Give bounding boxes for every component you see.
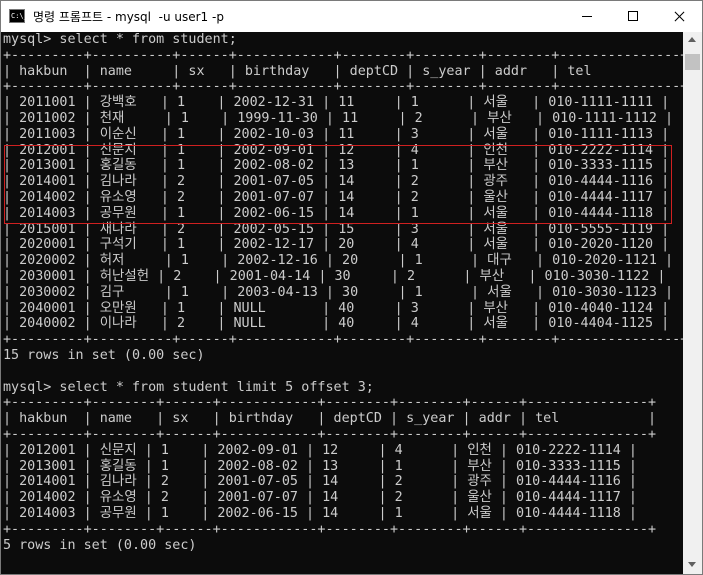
close-button[interactable] <box>656 1 702 32</box>
console-text: mysql> select * from student; +---------… <box>3 32 683 553</box>
cmd-app-icon[interactable]: C:\_ <box>9 9 28 23</box>
window-title: 명령 프롬프트 - mysql -u user1 -p <box>33 10 224 24</box>
command-prompt-window: C:\_ 명령 프롬프트 - mysql -u user1 -p mysql> … <box>0 0 703 575</box>
vertical-scrollbar[interactable] <box>683 32 702 574</box>
maximize-button[interactable] <box>610 1 656 32</box>
minimize-button[interactable] <box>564 1 610 32</box>
console-output[interactable]: mysql> select * from student; +---------… <box>1 32 683 574</box>
scroll-down-arrow-icon[interactable] <box>688 562 696 567</box>
scroll-up-arrow-icon[interactable] <box>688 37 696 42</box>
scrollbar-thumb[interactable] <box>685 54 700 70</box>
title-bar[interactable]: C:\_ 명령 프롬프트 - mysql -u user1 -p <box>1 1 702 32</box>
